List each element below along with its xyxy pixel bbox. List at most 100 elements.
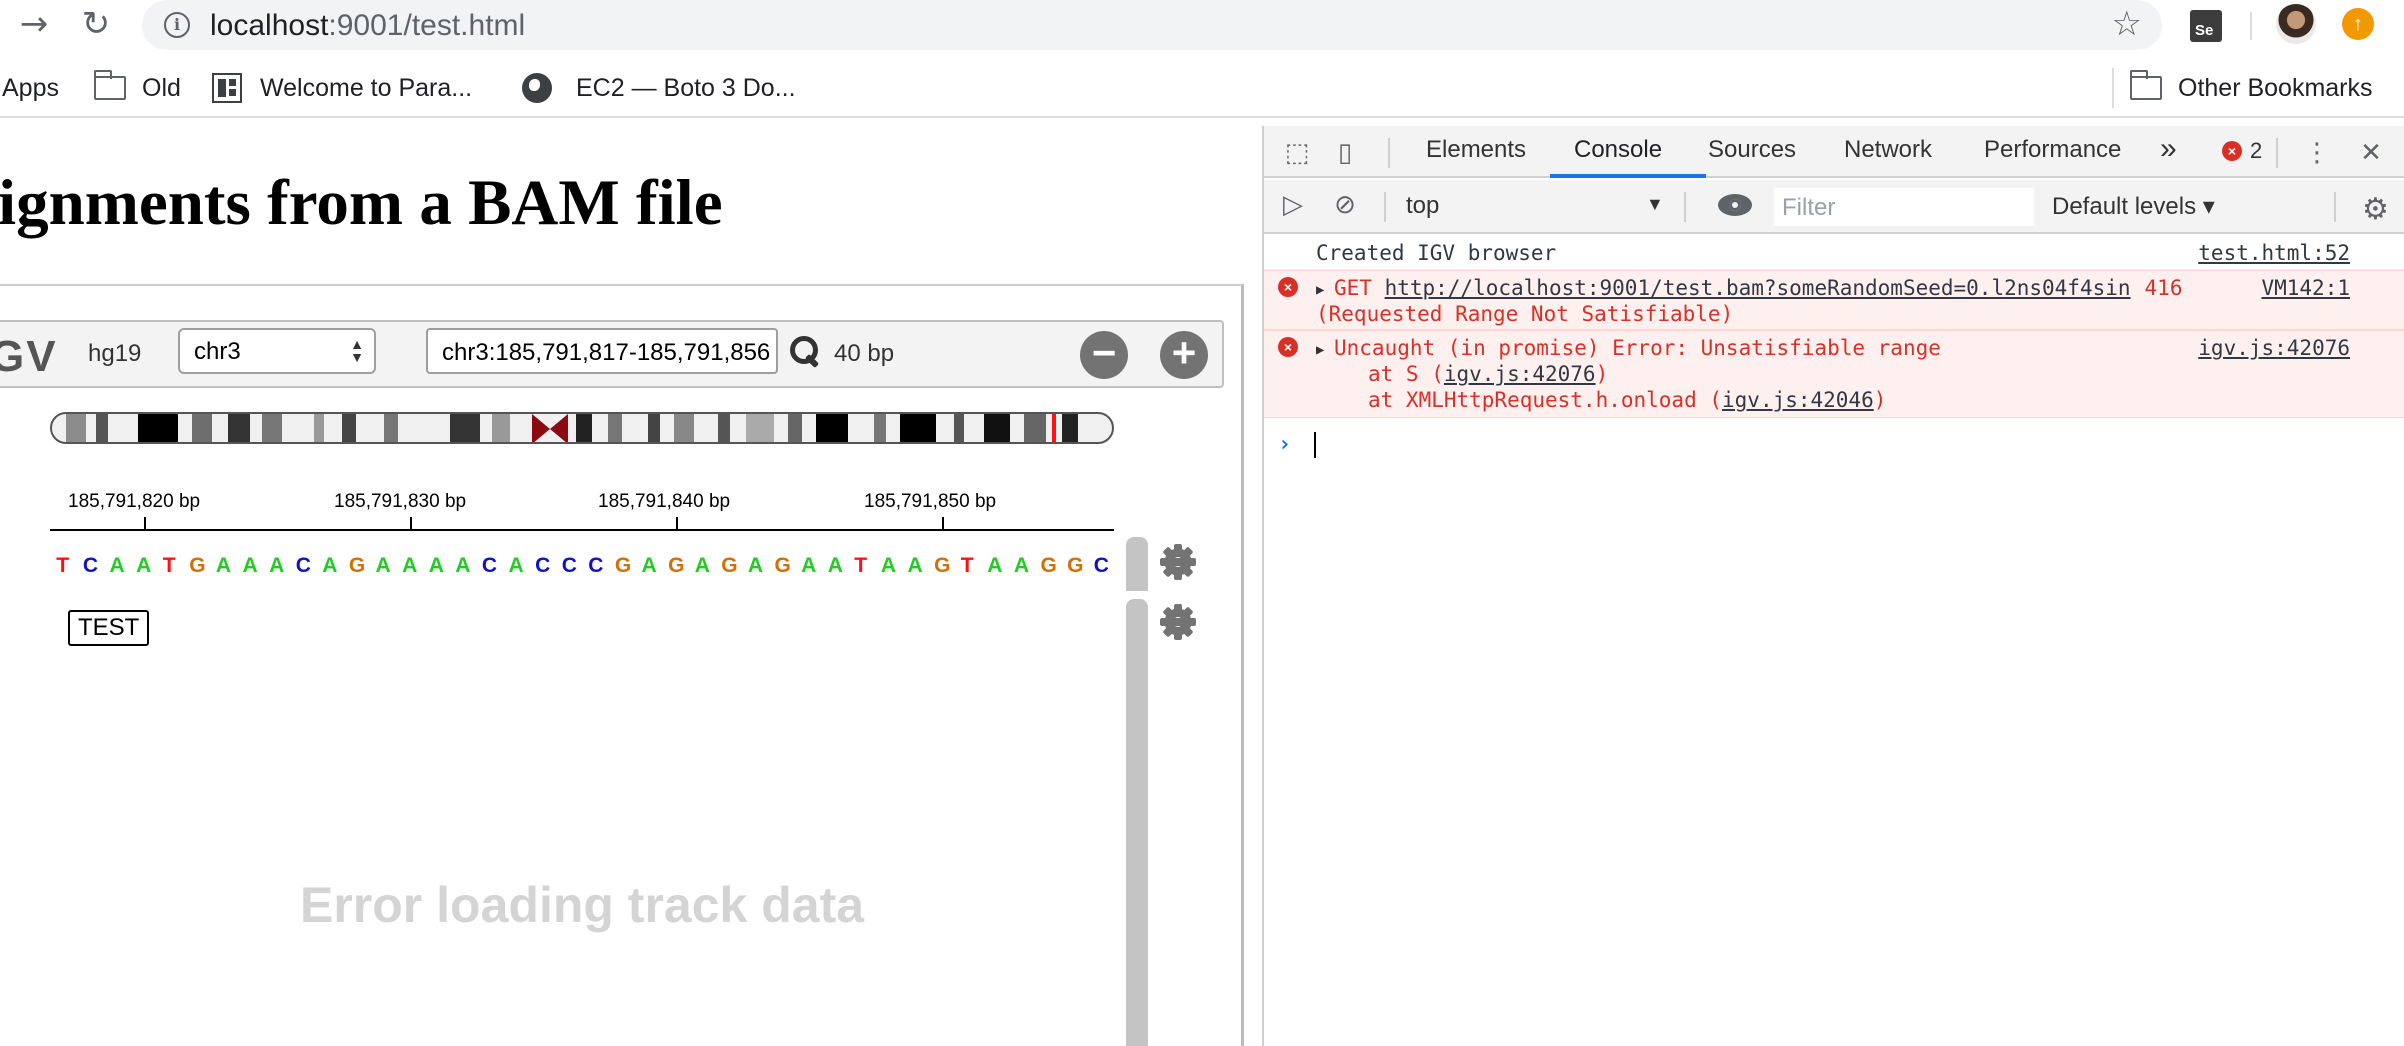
sequence-base: C [561, 554, 577, 577]
live-expression-eye-icon[interactable] [1718, 194, 1752, 216]
folder-icon [93, 70, 126, 100]
chromosome-ideogram[interactable] [50, 412, 1114, 444]
info-icon[interactable]: i [164, 12, 190, 38]
stack-link[interactable]: igv.js:42076 [1444, 362, 1596, 386]
chromosome-value: chr3 [194, 338, 241, 365]
source-link[interactable]: VM142:1 [2261, 275, 2350, 301]
profile-avatar[interactable] [2276, 4, 2316, 44]
cytoband [228, 414, 250, 442]
locus-input[interactable]: chr3:185,791,817-185,791,856 [426, 328, 778, 374]
toolbar-divider [2334, 192, 2336, 222]
source-link[interactable]: test.html:52 [2198, 240, 2350, 266]
context-select[interactable]: top [1406, 192, 1439, 220]
sequence-base: C [588, 554, 604, 577]
selenium-extension-icon[interactable]: Se [2190, 10, 2222, 42]
sequence-base: A [402, 554, 418, 577]
forward-arrow-icon[interactable]: → [14, 4, 54, 44]
more-tabs-icon[interactable]: » [2160, 132, 2177, 166]
console-settings-gear-icon[interactable]: ⚙ [2362, 192, 2389, 227]
stack-frame: at S (igv.js:42076) [1316, 362, 1608, 386]
sequence-base: A [694, 554, 710, 577]
sequence-track-scrollbar[interactable] [1126, 537, 1148, 591]
page-content: lignments from a BAM file GV hg19 chr3 ▲… [0, 126, 1264, 1046]
tab-performance[interactable]: Performance [1984, 136, 2121, 164]
sequence-base: A [880, 554, 897, 577]
kebab-menu-icon[interactable]: ⋮ [2302, 138, 2332, 168]
cytoband [66, 414, 86, 442]
sequence-base: C [1093, 554, 1109, 577]
sequence-base: A [215, 554, 232, 577]
folder-icon [2129, 70, 2162, 100]
reload-icon[interactable]: ↻ [76, 4, 116, 44]
gear-hub [1167, 611, 1189, 633]
cytoband [576, 414, 592, 442]
centromere [532, 414, 568, 442]
tab-sources[interactable]: Sources [1708, 136, 1796, 164]
url-path: :9001/test.html [328, 9, 526, 42]
sequence-base: G [774, 554, 791, 577]
error-prefix: GET [1334, 276, 1385, 300]
url-text[interactable]: localhost:9001/test.html [210, 9, 525, 43]
expand-triangle-icon[interactable]: ▶ [1316, 337, 1324, 363]
window-size: 40 bp [834, 340, 895, 367]
other-bookmarks[interactable]: Other Bookmarks [2129, 70, 2373, 106]
ruler-tick [942, 517, 944, 529]
bookmark-label: Other Bookmarks [2178, 73, 2373, 102]
sequence-base: T [854, 554, 868, 577]
bookmark-welcome-paraview[interactable]: Welcome to Para... [212, 70, 472, 106]
sequence-track: TCAATGAAACAGAAAACACCCGAGAGAGAATAAGTAAGGC [50, 554, 1114, 584]
sidebar-toggle-icon[interactable]: ▷ [1278, 190, 1308, 220]
close-icon[interactable]: ✕ [2356, 138, 2386, 168]
bookmark-label: Apps [2, 73, 59, 102]
error-count-badge[interactable]: × 2 [2222, 138, 2262, 164]
console-log-message: Created IGV browser test.html:52 [1264, 236, 2404, 270]
cytoband [1062, 414, 1078, 442]
tab-network[interactable]: Network [1844, 136, 1932, 164]
alignment-track-scrollbar[interactable] [1126, 599, 1148, 1046]
error-icon: × [2222, 141, 2242, 161]
cytoband [900, 414, 936, 442]
alignment-track-gear-icon[interactable] [1158, 602, 1198, 642]
address-bar[interactable]: i localhost:9001/test.html ☆ [142, 0, 2162, 50]
sequence-base: A [827, 554, 843, 577]
ruler-tick [676, 517, 678, 529]
stack-link[interactable]: igv.js:42046 [1722, 388, 1874, 412]
sequence-base: A [109, 554, 125, 577]
console-input-cursor[interactable] [1314, 432, 1316, 458]
page-title: lignments from a BAM file [0, 167, 723, 239]
inspect-element-icon[interactable]: ⬚ [1282, 138, 1312, 168]
filter-input[interactable]: Filter [1774, 188, 2034, 226]
bookmark-ec2-boto3[interactable]: EC2 — Boto 3 Do... [522, 70, 796, 106]
cytoband [608, 414, 622, 442]
gear-hole [1173, 557, 1183, 567]
cytoband [262, 414, 282, 442]
tab-console[interactable]: Console [1574, 136, 1662, 164]
error-detail: (Requested Range Not Satisfiable) [1316, 302, 1734, 326]
chromosome-select[interactable]: chr3 ▲ ▼ [178, 328, 376, 374]
browser-toolbar: → ↻ i localhost:9001/test.html ☆ Se ↑ [0, 0, 2404, 50]
sequence-base: A [1013, 554, 1030, 577]
expand-triangle-icon[interactable]: ▶ [1316, 277, 1324, 303]
track-name-label: TEST [68, 610, 150, 646]
tab-elements[interactable]: Elements [1426, 136, 1526, 164]
bookmark-label: Welcome to Para... [260, 73, 473, 102]
chevron-down-icon[interactable]: ▼ [1646, 194, 1664, 215]
device-toolbar-icon[interactable]: ▯ [1330, 138, 1360, 168]
clear-console-icon[interactable]: ⊘ [1330, 190, 1360, 220]
source-link[interactable]: igv.js:42076 [2198, 335, 2350, 361]
request-url-link[interactable]: http://localhost:9001/test.bam?someRando… [1385, 276, 2131, 300]
sequence-base: G [614, 554, 632, 577]
zoom-out-button[interactable]: − [1080, 331, 1128, 379]
cytoband [384, 414, 398, 442]
bookmark-old[interactable]: Old [93, 70, 181, 106]
sequence-base: T [960, 554, 974, 577]
zoom-in-button[interactable]: + [1160, 331, 1208, 379]
sequence-base: A [455, 554, 471, 577]
search-icon[interactable] [790, 336, 820, 366]
log-levels-dropdown[interactable]: Default levels ▾ [2052, 192, 2215, 221]
devtools-panel: ⬚ ▯ Elements Console Sources Network Per… [1262, 126, 2404, 1046]
bookmark-apps[interactable]: Apps [2, 70, 59, 106]
bookmark-star-icon[interactable]: ☆ [2112, 4, 2142, 44]
sequence-track-gear-icon[interactable] [1158, 542, 1198, 582]
update-icon[interactable]: ↑ [2342, 8, 2374, 40]
